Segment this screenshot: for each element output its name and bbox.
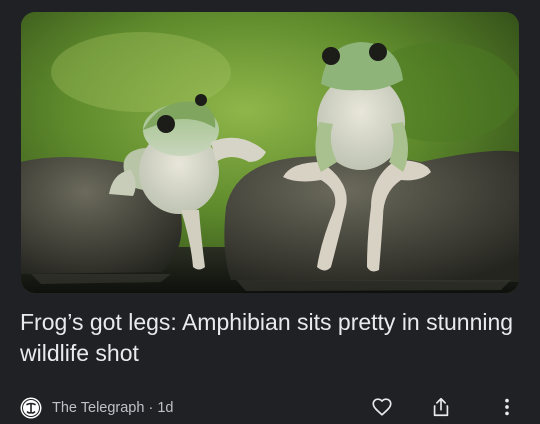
article-headline[interactable]: Frog’s got legs: Amphibian sits pretty i… bbox=[20, 307, 520, 369]
article-image[interactable] bbox=[21, 12, 519, 293]
like-button[interactable] bbox=[367, 394, 397, 424]
more-vert-icon bbox=[496, 396, 518, 423]
more-options-button[interactable] bbox=[492, 394, 522, 424]
article-footer: The Telegraph · 1d bbox=[20, 394, 520, 424]
news-card[interactable]: Frog’s got legs: Amphibian sits pretty i… bbox=[0, 0, 540, 424]
telegraph-logo-icon bbox=[20, 397, 42, 419]
article-age: 1d bbox=[157, 400, 174, 416]
source-label[interactable]: The Telegraph · 1d bbox=[52, 400, 173, 416]
heart-icon bbox=[371, 396, 393, 423]
frogs-on-rocks-photo bbox=[21, 12, 519, 293]
meta-separator: · bbox=[148, 400, 154, 416]
share-button[interactable] bbox=[426, 394, 456, 424]
share-icon bbox=[430, 396, 452, 423]
source-name: The Telegraph bbox=[52, 400, 145, 416]
